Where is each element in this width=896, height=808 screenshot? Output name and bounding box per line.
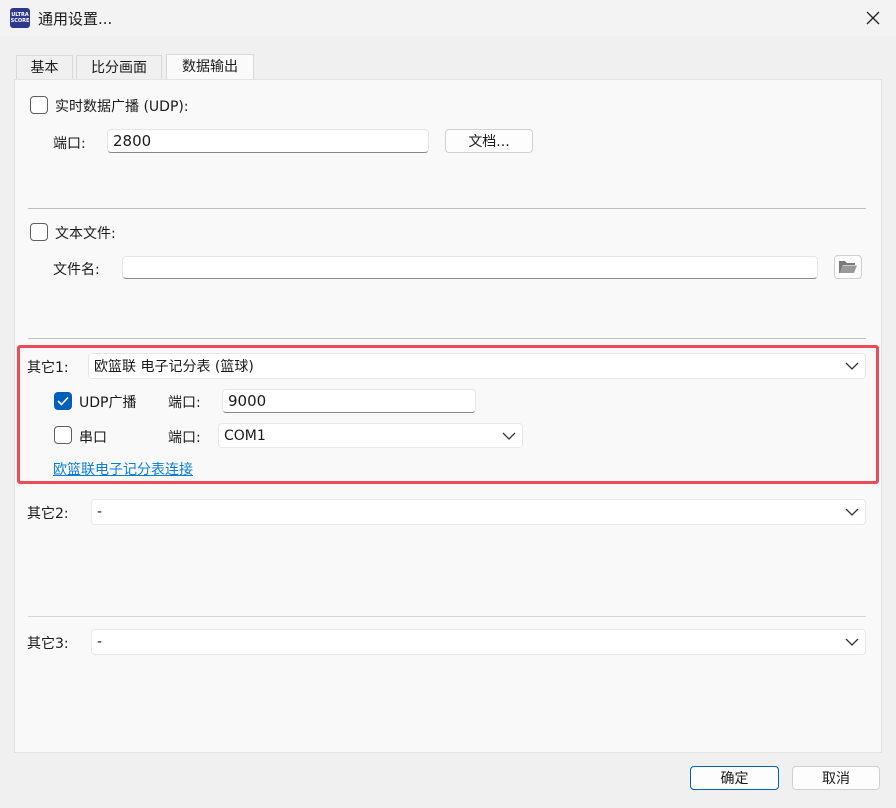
ok-button[interactable]: 确定 — [690, 766, 779, 790]
udp-port-label: 端口: — [53, 136, 86, 152]
other2-select[interactable]: - — [91, 499, 866, 525]
other3-label: 其它3: — [27, 636, 69, 652]
other2-label: 其它2: — [27, 506, 69, 522]
chevron-down-icon — [502, 432, 516, 440]
text-file-checkbox[interactable] — [30, 223, 48, 241]
section-divider — [28, 338, 866, 339]
serial-port-selected-value: COM1 — [224, 427, 266, 444]
close-button[interactable] — [850, 0, 896, 36]
title-bar — [0, 0, 896, 36]
other1-select[interactable]: 欧篮联 电子记分表 (篮球) — [88, 353, 866, 379]
serial-port-checkbox[interactable] — [54, 426, 72, 444]
tab-score-screen[interactable]: 比分画面 — [76, 55, 162, 79]
cancel-button[interactable]: 取消 — [792, 766, 880, 790]
filename-label: 文件名: — [53, 262, 100, 278]
chevron-down-icon — [845, 508, 859, 516]
section-divider — [28, 208, 866, 209]
section-divider — [28, 616, 866, 617]
serial-port-number-label: 端口: — [168, 430, 201, 446]
tab-basic[interactable]: 基本 — [16, 55, 73, 79]
udp-port-other1-label: 端口: — [168, 395, 201, 411]
other2-selected-value: - — [97, 504, 103, 520]
filename-input[interactable] — [122, 256, 818, 279]
serial-port-label: 串口 — [79, 430, 107, 446]
close-icon — [866, 11, 880, 25]
app-logo-icon: ULTRA SCORE — [10, 8, 30, 28]
folder-open-icon — [839, 261, 857, 273]
euroleague-scoreboard-link[interactable]: 欧篮联电子记分表连接 — [53, 459, 193, 479]
serial-port-select[interactable]: COM1 — [218, 423, 523, 448]
chevron-down-icon — [845, 638, 859, 646]
window-title: 通用设置... — [38, 10, 113, 28]
documentation-button[interactable]: 文档... — [445, 129, 533, 153]
other3-select[interactable]: - — [91, 629, 866, 655]
other1-label: 其它1: — [27, 360, 69, 376]
text-file-label: 文本文件: — [55, 226, 116, 242]
checkmark-icon — [57, 396, 69, 406]
other3-selected-value: - — [97, 634, 103, 650]
udp-broadcast-checkbox[interactable] — [30, 96, 48, 114]
udp-port-input[interactable]: 2800 — [107, 129, 429, 153]
chevron-down-icon — [845, 362, 859, 370]
udp-broadcast-other1-label: UDP广播 — [79, 395, 137, 411]
tab-data-output[interactable]: 数据输出 — [166, 54, 254, 80]
other1-selected-value: 欧篮联 电子记分表 (篮球) — [94, 359, 254, 375]
udp-port-other1-input[interactable]: 9000 — [222, 389, 476, 413]
udp-broadcast-other1-checkbox[interactable] — [54, 392, 72, 410]
udp-broadcast-label: 实时数据广播 (UDP): — [55, 99, 189, 115]
browse-button[interactable] — [834, 255, 862, 279]
